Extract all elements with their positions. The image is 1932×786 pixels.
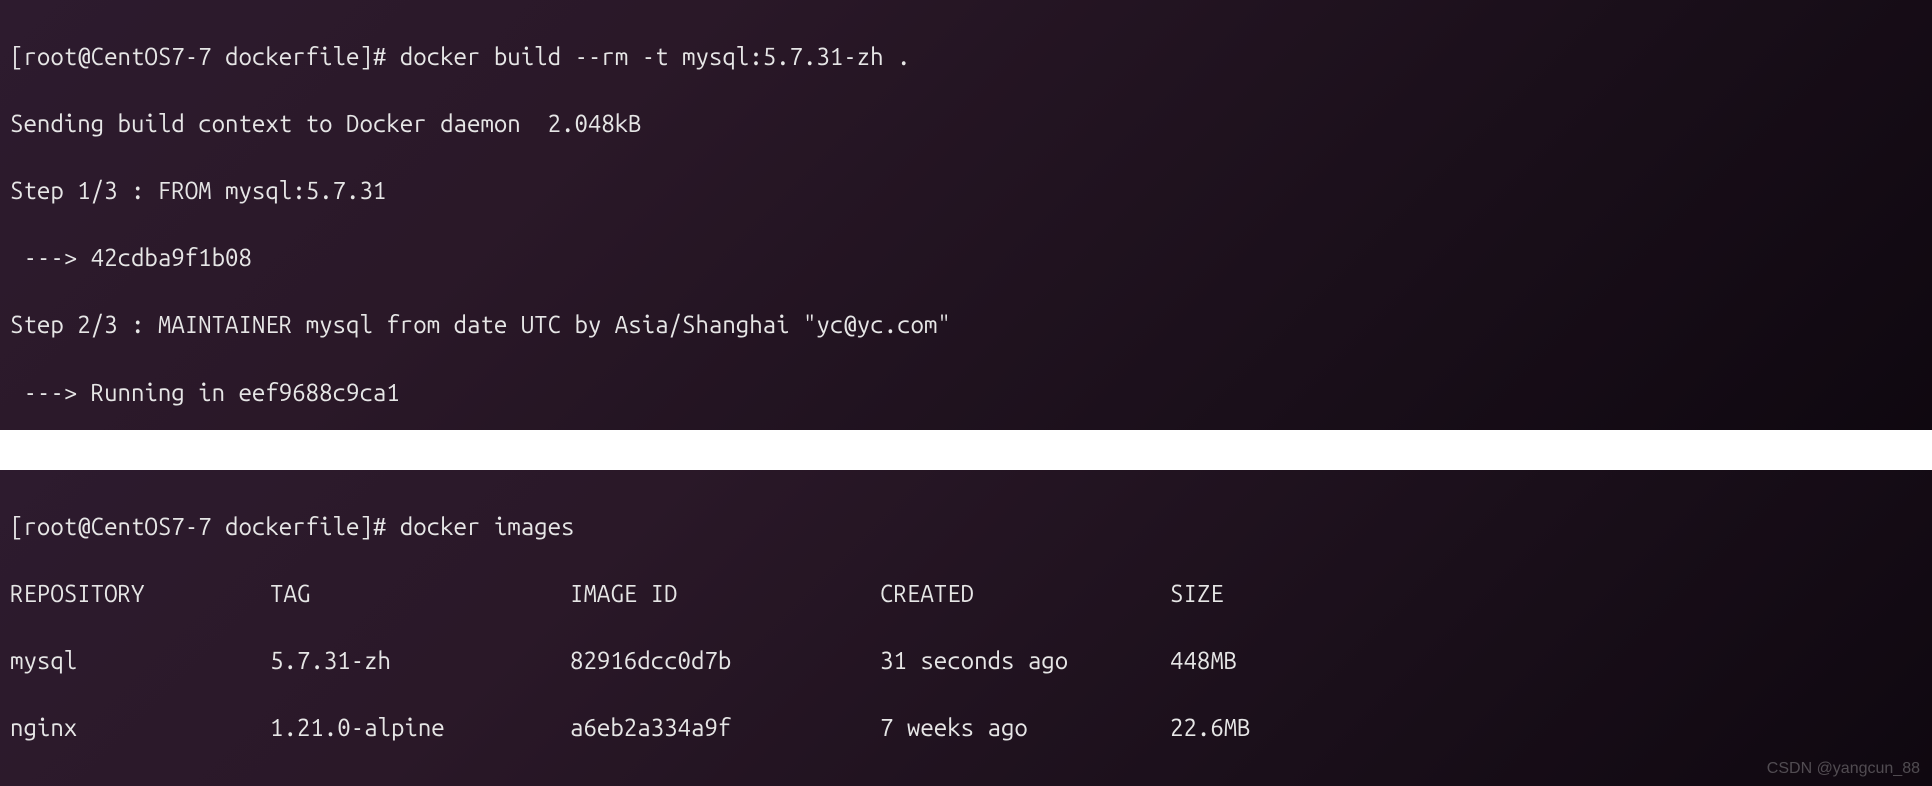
output-line: Step 1/3 : FROM mysql:5.7.31 bbox=[10, 174, 1922, 208]
output-line: Step 2/3 : MAINTAINER mysql from date UT… bbox=[10, 308, 1922, 342]
output-line: ---> 42cdba9f1b08 bbox=[10, 241, 1922, 275]
terminal-output-images[interactable]: [root@CentOS7-7 dockerfile]# docker imag… bbox=[0, 470, 1932, 786]
cell-tag: 5.7.31-zh bbox=[270, 644, 570, 678]
cell-image-id: 82916dcc0d7b bbox=[570, 644, 880, 678]
cell-size: 22.6MB bbox=[1170, 711, 1922, 745]
prompt-line: [root@CentOS7-7 dockerfile]# docker buil… bbox=[10, 40, 1922, 74]
cell-image-id: a6eb2a334a9f bbox=[570, 711, 880, 745]
watermark-text: CSDN @yangcun_88 bbox=[1767, 760, 1920, 778]
header-size: SIZE bbox=[1170, 577, 1922, 611]
cell-tag: 1.21.0-alpine bbox=[270, 711, 570, 745]
shell-prompt: [root@CentOS7-7 dockerfile]# bbox=[10, 43, 400, 70]
header-image-id: IMAGE ID bbox=[570, 577, 880, 611]
cell-repository: mysql bbox=[10, 644, 270, 678]
header-tag: TAG bbox=[270, 577, 570, 611]
table-header-row: REPOSITORY TAG IMAGE ID CREATED SIZE bbox=[10, 577, 1922, 611]
command-text: docker images bbox=[400, 513, 575, 540]
header-created: CREATED bbox=[880, 577, 1170, 611]
header-repository: REPOSITORY bbox=[10, 577, 270, 611]
cell-created: 7 weeks ago bbox=[880, 711, 1170, 745]
separator-gap bbox=[0, 430, 1932, 470]
terminal-output-build[interactable]: [root@CentOS7-7 dockerfile]# docker buil… bbox=[0, 0, 1932, 430]
table-row: mysql 5.7.31-zh 82916dcc0d7b 31 seconds … bbox=[10, 644, 1922, 678]
command-text: docker build --rm -t mysql:5.7.31-zh . bbox=[400, 43, 911, 70]
shell-prompt: [root@CentOS7-7 dockerfile]# bbox=[10, 513, 400, 540]
prompt-line: [root@CentOS7-7 dockerfile]# docker imag… bbox=[10, 510, 1922, 544]
cell-created: 31 seconds ago bbox=[880, 644, 1170, 678]
cell-size: 448MB bbox=[1170, 644, 1922, 678]
table-row: nginx 1.21.0-alpine a6eb2a334a9f 7 weeks… bbox=[10, 711, 1922, 745]
cell-repository: nginx bbox=[10, 711, 270, 745]
output-line: ---> Running in eef9688c9ca1 bbox=[10, 376, 1922, 410]
output-line: Sending build context to Docker daemon 2… bbox=[10, 107, 1922, 141]
